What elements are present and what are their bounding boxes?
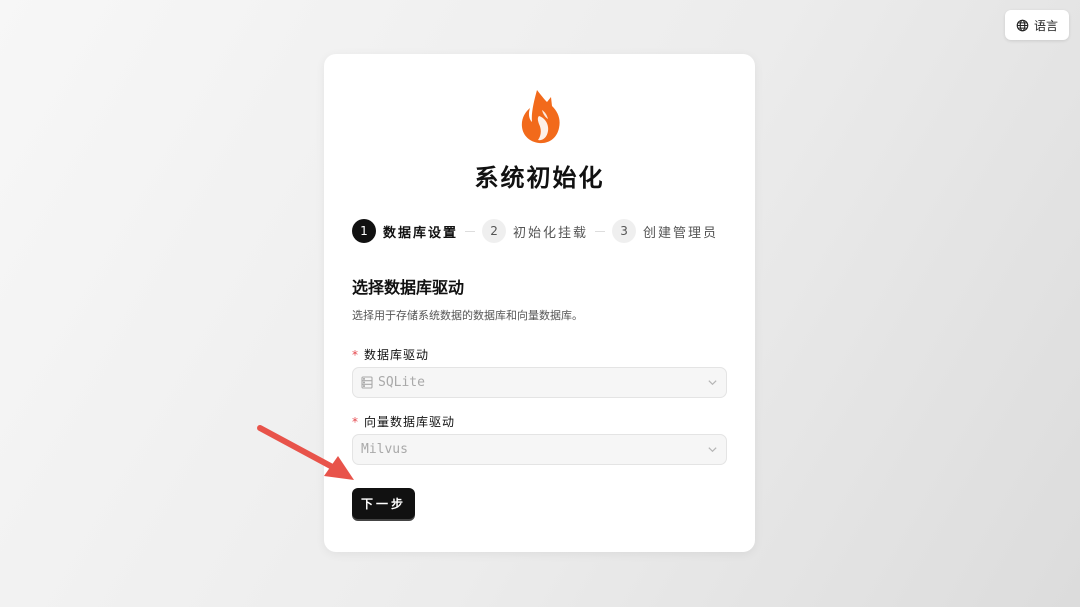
db-driver-select[interactable]: SQLite — [352, 367, 727, 398]
fox-logo-icon — [521, 90, 560, 144]
vector-driver-value: Milvus — [361, 442, 408, 457]
step-create-admin: 3 创建管理员 — [612, 219, 718, 243]
required-mark: * — [352, 348, 359, 362]
step-number: 1 — [352, 219, 376, 243]
step-label: 创建管理员 — [643, 225, 719, 241]
db-driver-label-text: 数据库驱动 — [364, 348, 430, 362]
db-driver-label: * 数据库驱动 — [352, 346, 429, 363]
vector-driver-label: * 向量数据库驱动 — [352, 413, 455, 430]
section-title: 选择数据库驱动 — [352, 278, 465, 297]
language-button[interactable]: 语言 — [1005, 10, 1069, 40]
step-number: 2 — [482, 219, 507, 243]
stepper: 1 数据库设置 2 初始化挂载 3 创建管理员 — [352, 219, 718, 243]
section-description: 选择用于存储系统数据的数据库和向量数据库。 — [352, 309, 583, 322]
database-icon — [361, 376, 373, 389]
page-title: 系统初始化 — [474, 164, 605, 192]
chevron-down-icon — [708, 380, 717, 386]
next-step-button[interactable]: 下一步 — [352, 488, 415, 519]
chevron-down-icon — [708, 447, 717, 453]
step-label: 数据库设置 — [383, 225, 459, 241]
step-init-mount: 2 初始化挂载 — [482, 219, 588, 243]
setup-card: 系统初始化 1 数据库设置 2 初始化挂载 3 创建管理员 选择数据库驱动 选择… — [324, 54, 755, 552]
step-divider — [595, 230, 606, 232]
globe-icon — [1016, 19, 1029, 31]
db-driver-value: SQLite — [378, 375, 425, 390]
step-divider — [465, 230, 476, 232]
vector-driver-select[interactable]: Milvus — [352, 434, 727, 465]
step-number: 3 — [612, 219, 637, 243]
step-label: 初始化挂载 — [513, 225, 589, 241]
annotation-arrow-icon — [257, 425, 354, 480]
vector-driver-label-text: 向量数据库驱动 — [364, 415, 456, 429]
step-database-settings: 1 数据库设置 — [352, 219, 458, 243]
language-label: 语言 — [1033, 18, 1058, 33]
